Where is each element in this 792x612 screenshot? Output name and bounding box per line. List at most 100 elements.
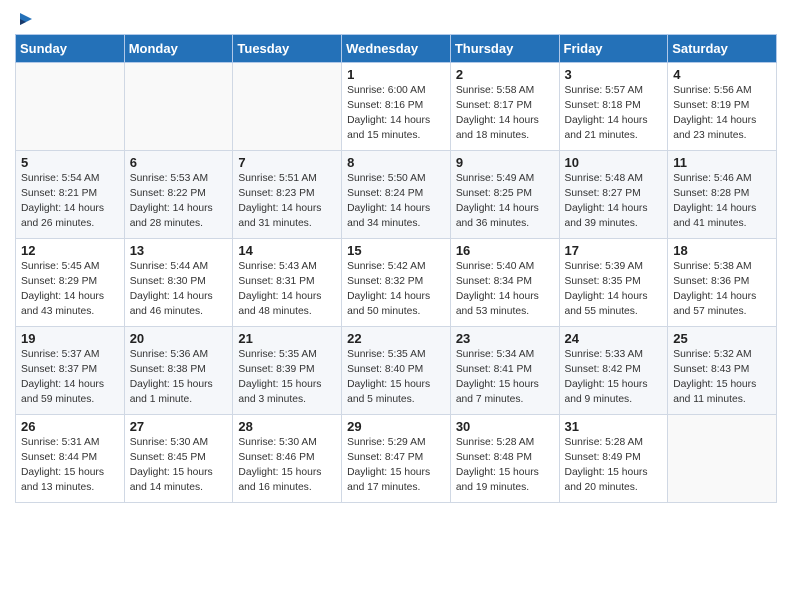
day-number: 12 [21, 243, 119, 258]
day-info: Sunrise: 5:32 AM Sunset: 8:43 PM Dayligh… [673, 348, 771, 408]
calendar-cell: 16 Sunrise: 5:40 AM Sunset: 8:34 PM Dayli… [450, 239, 559, 327]
day-info: Sunrise: 5:46 AM Sunset: 8:28 PM Dayligh… [673, 172, 771, 232]
day-info: Sunrise: 5:44 AM Sunset: 8:30 PM Dayligh… [130, 260, 228, 320]
day-info: Sunrise: 5:56 AM Sunset: 8:19 PM Dayligh… [673, 84, 771, 144]
calendar-cell: 25 Sunrise: 5:32 AM Sunset: 8:43 PM Dayli… [668, 327, 777, 415]
day-number: 9 [456, 155, 554, 170]
day-info: Sunrise: 5:34 AM Sunset: 8:41 PM Dayligh… [456, 348, 554, 408]
day-number: 30 [456, 419, 554, 434]
day-info: Sunrise: 5:29 AM Sunset: 8:47 PM Dayligh… [347, 436, 445, 496]
calendar-cell: 17Sunrise: 5:39 AM Sunset: 8:35 PM Dayli… [559, 239, 668, 327]
calendar-week-row: 12 Sunrise: 5:45 AM Sunset: 8:29 PM Dayli… [16, 239, 777, 327]
day-info: Sunrise: 5:38 AM Sunset: 8:36 PM Dayligh… [673, 260, 771, 320]
day-info: Sunrise: 5:33 AM Sunset: 8:42 PM Dayligh… [565, 348, 663, 408]
day-info: Sunrise: 5:54 AM Sunset: 8:21 PM Dayligh… [21, 172, 119, 232]
calendar-cell: 11 Sunrise: 5:46 AM Sunset: 8:28 PM Dayli… [668, 151, 777, 239]
day-number: 25 [673, 331, 771, 346]
day-number: 21 [238, 331, 336, 346]
day-number: 28 [238, 419, 336, 434]
day-info: Sunrise: 5:35 AM Sunset: 8:39 PM Dayligh… [238, 348, 336, 408]
day-info: Sunrise: 5:40 AM Sunset: 8:34 PM Dayligh… [456, 260, 554, 320]
calendar-day-header: Sunday [16, 35, 125, 63]
calendar-cell: 7 Sunrise: 5:51 AM Sunset: 8:23 PM Daylig… [233, 151, 342, 239]
calendar-cell [124, 63, 233, 151]
calendar-week-row: 1 Sunrise: 6:00 AM Sunset: 8:16 PM Daylig… [16, 63, 777, 151]
logo [15, 10, 35, 28]
calendar-cell: 4 Sunrise: 5:56 AM Sunset: 8:19 PM Daylig… [668, 63, 777, 151]
calendar-cell [233, 63, 342, 151]
calendar-day-header: Wednesday [342, 35, 451, 63]
day-number: 14 [238, 243, 336, 258]
day-number: 10 [565, 155, 663, 170]
day-number: 11 [673, 155, 771, 170]
day-info: Sunrise: 5:31 AM Sunset: 8:44 PM Dayligh… [21, 436, 119, 496]
calendar-cell: 6 Sunrise: 5:53 AM Sunset: 8:22 PM Daylig… [124, 151, 233, 239]
calendar-cell: 15 Sunrise: 5:42 AM Sunset: 8:32 PM Dayli… [342, 239, 451, 327]
day-number: 27 [130, 419, 228, 434]
day-info: Sunrise: 5:51 AM Sunset: 8:23 PM Dayligh… [238, 172, 336, 232]
calendar-cell: 24Sunrise: 5:33 AM Sunset: 8:42 PM Dayli… [559, 327, 668, 415]
calendar-cell: 26 Sunrise: 5:31 AM Sunset: 8:44 PM Dayli… [16, 415, 125, 503]
day-info: Sunrise: 5:57 AM Sunset: 8:18 PM Dayligh… [565, 84, 663, 144]
day-info: Sunrise: 5:36 AM Sunset: 8:38 PM Dayligh… [130, 348, 228, 408]
calendar-week-row: 19Sunrise: 5:37 AM Sunset: 8:37 PM Dayli… [16, 327, 777, 415]
calendar-cell: 27 Sunrise: 5:30 AM Sunset: 8:45 PM Dayli… [124, 415, 233, 503]
day-info: Sunrise: 5:50 AM Sunset: 8:24 PM Dayligh… [347, 172, 445, 232]
calendar-cell: 9 Sunrise: 5:49 AM Sunset: 8:25 PM Daylig… [450, 151, 559, 239]
day-number: 1 [347, 67, 445, 82]
day-info: Sunrise: 5:30 AM Sunset: 8:45 PM Dayligh… [130, 436, 228, 496]
calendar-cell: 23 Sunrise: 5:34 AM Sunset: 8:41 PM Dayli… [450, 327, 559, 415]
calendar-cell: 14 Sunrise: 5:43 AM Sunset: 8:31 PM Dayli… [233, 239, 342, 327]
calendar-cell: 12 Sunrise: 5:45 AM Sunset: 8:29 PM Dayli… [16, 239, 125, 327]
calendar-week-row: 26 Sunrise: 5:31 AM Sunset: 8:44 PM Dayli… [16, 415, 777, 503]
calendar-week-row: 5 Sunrise: 5:54 AM Sunset: 8:21 PM Daylig… [16, 151, 777, 239]
calendar-table: SundayMondayTuesdayWednesdayThursdayFrid… [15, 34, 777, 503]
calendar-cell: 3 Sunrise: 5:57 AM Sunset: 8:18 PM Daylig… [559, 63, 668, 151]
calendar-day-header: Monday [124, 35, 233, 63]
calendar-cell: 13 Sunrise: 5:44 AM Sunset: 8:30 PM Dayli… [124, 239, 233, 327]
day-number: 8 [347, 155, 445, 170]
day-number: 4 [673, 67, 771, 82]
day-info: Sunrise: 5:37 AM Sunset: 8:37 PM Dayligh… [21, 348, 119, 408]
calendar-day-header: Thursday [450, 35, 559, 63]
day-number: 17 [565, 243, 663, 258]
day-info: Sunrise: 5:48 AM Sunset: 8:27 PM Dayligh… [565, 172, 663, 232]
day-number: 31 [565, 419, 663, 434]
page-header [15, 10, 777, 28]
day-info: Sunrise: 5:28 AM Sunset: 8:48 PM Dayligh… [456, 436, 554, 496]
day-info: Sunrise: 5:53 AM Sunset: 8:22 PM Dayligh… [130, 172, 228, 232]
calendar-day-header: Saturday [668, 35, 777, 63]
calendar-cell: 29 Sunrise: 5:29 AM Sunset: 8:47 PM Dayli… [342, 415, 451, 503]
calendar-cell: 8 Sunrise: 5:50 AM Sunset: 8:24 PM Daylig… [342, 151, 451, 239]
calendar-cell: 31 Sunrise: 5:28 AM Sunset: 8:49 PM Dayli… [559, 415, 668, 503]
calendar-cell: 21 Sunrise: 5:35 AM Sunset: 8:39 PM Dayli… [233, 327, 342, 415]
calendar-cell: 20 Sunrise: 5:36 AM Sunset: 8:38 PM Dayli… [124, 327, 233, 415]
day-number: 7 [238, 155, 336, 170]
day-info: Sunrise: 6:00 AM Sunset: 8:16 PM Dayligh… [347, 84, 445, 144]
day-info: Sunrise: 5:28 AM Sunset: 8:49 PM Dayligh… [565, 436, 663, 496]
day-number: 3 [565, 67, 663, 82]
day-number: 15 [347, 243, 445, 258]
day-number: 20 [130, 331, 228, 346]
day-number: 23 [456, 331, 554, 346]
day-number: 5 [21, 155, 119, 170]
day-number: 18 [673, 243, 771, 258]
calendar-cell: 18 Sunrise: 5:38 AM Sunset: 8:36 PM Dayli… [668, 239, 777, 327]
calendar-cell: 10 Sunrise: 5:48 AM Sunset: 8:27 PM Dayli… [559, 151, 668, 239]
day-number: 6 [130, 155, 228, 170]
day-number: 16 [456, 243, 554, 258]
day-number: 29 [347, 419, 445, 434]
day-info: Sunrise: 5:49 AM Sunset: 8:25 PM Dayligh… [456, 172, 554, 232]
day-number: 26 [21, 419, 119, 434]
day-info: Sunrise: 5:42 AM Sunset: 8:32 PM Dayligh… [347, 260, 445, 320]
day-info: Sunrise: 5:45 AM Sunset: 8:29 PM Dayligh… [21, 260, 119, 320]
day-info: Sunrise: 5:30 AM Sunset: 8:46 PM Dayligh… [238, 436, 336, 496]
day-info: Sunrise: 5:35 AM Sunset: 8:40 PM Dayligh… [347, 348, 445, 408]
logo-icon [17, 10, 35, 28]
day-number: 22 [347, 331, 445, 346]
calendar-cell: 1 Sunrise: 6:00 AM Sunset: 8:16 PM Daylig… [342, 63, 451, 151]
day-info: Sunrise: 5:43 AM Sunset: 8:31 PM Dayligh… [238, 260, 336, 320]
calendar-day-header: Friday [559, 35, 668, 63]
calendar-cell: 30 Sunrise: 5:28 AM Sunset: 8:48 PM Dayli… [450, 415, 559, 503]
day-number: 13 [130, 243, 228, 258]
